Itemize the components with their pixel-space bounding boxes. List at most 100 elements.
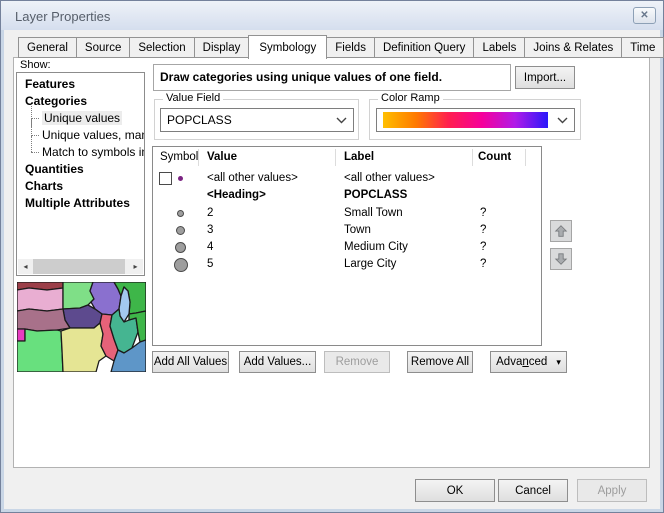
tab-bar: General Source Selection Display Symbolo… <box>18 35 664 58</box>
layer-preview-map <box>17 282 146 372</box>
cell-label: Small Town <box>344 207 403 219</box>
state-shape <box>17 309 70 331</box>
cell-count: ? <box>480 258 486 270</box>
layer-properties-dialog: Layer Properties ✕ General Source Select… <box>0 0 664 513</box>
scroll-left-icon[interactable]: ◂ <box>18 262 33 271</box>
ok-button[interactable]: OK <box>415 479 495 502</box>
tree-item-unique-values[interactable]: Unique values <box>17 110 144 127</box>
table-row[interactable]: 2 Small Town ? <box>153 205 541 222</box>
cell-count: ? <box>480 207 486 219</box>
move-down-button[interactable] <box>550 248 572 270</box>
tab-general[interactable]: General <box>18 37 77 58</box>
cell-label: <all other values> <box>344 172 435 184</box>
method-description: Draw categories using unique values of o… <box>153 64 511 91</box>
window-title: Layer Properties <box>15 9 110 24</box>
close-icon: ✕ <box>640 10 648 21</box>
move-up-button[interactable] <box>550 220 572 242</box>
cell-label: Town <box>344 224 371 236</box>
table-row[interactable]: 4 Medium City ? <box>153 239 541 256</box>
symbology-tab-page: Show: Features Categories Unique values … <box>13 57 650 468</box>
cell-label: Large City <box>344 258 396 270</box>
arrow-down-icon <box>554 252 568 266</box>
remove-all-button[interactable]: Remove All <box>407 351 473 373</box>
column-divider <box>335 149 336 166</box>
tree-item-match-symbols[interactable]: Match to symbols in a <box>17 144 144 161</box>
table-row-all-other-values[interactable]: <all other values> <all other values> <box>153 170 541 187</box>
col-header-value: Value <box>207 151 237 163</box>
tree-item-quantities[interactable]: Quantities <box>17 161 144 178</box>
scrollbar-thumb[interactable] <box>33 259 125 274</box>
cell-count: ? <box>480 241 486 253</box>
state-shape <box>63 282 94 309</box>
chevron-down-icon <box>336 117 347 124</box>
point-symbol <box>176 226 185 235</box>
all-other-values-checkbox[interactable] <box>159 172 172 185</box>
symbol-cell <box>167 239 194 256</box>
remove-button[interactable]: Remove <box>324 351 390 373</box>
tab-joins-relates[interactable]: Joins & Relates <box>524 37 622 58</box>
color-ramp-group: Color Ramp <box>369 99 581 140</box>
color-ramp-label: Color Ramp <box>378 92 443 104</box>
tree-item-unique-values-many[interactable]: Unique values, many <box>17 127 144 144</box>
state-shape <box>17 329 25 341</box>
col-header-label: Label <box>344 151 374 163</box>
close-button[interactable]: ✕ <box>633 7 656 24</box>
import-button[interactable]: Import... <box>515 66 575 89</box>
value-field-label: Value Field <box>163 92 223 104</box>
symbol-cell <box>167 205 194 222</box>
cell-count: ? <box>480 224 486 236</box>
tree-item-charts[interactable]: Charts <box>17 178 144 195</box>
tab-labels[interactable]: Labels <box>473 37 525 58</box>
value-field-combo[interactable]: POPCLASS <box>160 108 354 132</box>
point-symbol <box>177 210 184 217</box>
show-label: Show: <box>20 59 51 71</box>
col-header-symbol: Symbol <box>160 151 198 163</box>
arrow-up-icon <box>554 224 568 238</box>
point-symbol <box>174 258 188 272</box>
add-values-button[interactable]: Add Values... <box>239 351 316 373</box>
add-all-values-button[interactable]: Add All Values <box>152 351 229 373</box>
value-field-value: POPCLASS <box>167 113 232 127</box>
tab-time[interactable]: Time <box>621 37 664 58</box>
cell-value: <Heading> <box>207 189 266 201</box>
tree-item-categories[interactable]: Categories <box>17 93 144 110</box>
symbol-cell <box>167 256 194 273</box>
cell-value: 2 <box>207 207 213 219</box>
col-header-count: Count <box>478 151 511 163</box>
scroll-right-icon[interactable]: ▸ <box>128 262 143 271</box>
advanced-button[interactable]: Advanced ▾ <box>490 351 567 373</box>
tab-symbology[interactable]: Symbology <box>248 35 327 59</box>
tab-display[interactable]: Display <box>194 37 250 58</box>
tree-item-features[interactable]: Features <box>17 76 144 93</box>
unique-values-table: Symbol Value Label Count <all other valu… <box>152 146 542 346</box>
tree-item-multiple-attributes[interactable]: Multiple Attributes <box>17 195 144 212</box>
cell-label: Medium City <box>344 241 408 253</box>
cell-value: 4 <box>207 241 213 253</box>
tab-selection[interactable]: Selection <box>129 37 194 58</box>
value-field-group: Value Field POPCLASS <box>154 99 359 140</box>
color-ramp-swatch <box>383 112 548 128</box>
point-symbol <box>175 242 186 253</box>
table-row-heading[interactable]: <Heading> POPCLASS <box>153 187 541 204</box>
state-shape <box>61 323 106 372</box>
column-divider <box>472 149 473 166</box>
chevron-down-icon <box>557 117 568 124</box>
all-other-values-symbol <box>178 176 183 181</box>
tree-horizontal-scrollbar[interactable]: ◂ ▸ <box>18 259 143 274</box>
cell-value: 3 <box>207 224 213 236</box>
advanced-label: ced <box>529 356 548 368</box>
table-row[interactable]: 3 Town ? <box>153 222 541 239</box>
tab-fields[interactable]: Fields <box>326 37 375 58</box>
cell-value: 5 <box>207 258 213 270</box>
color-ramp-combo[interactable] <box>376 108 575 132</box>
tab-definition-query[interactable]: Definition Query <box>374 37 474 58</box>
symbology-method-tree: Features Categories Unique values Unique… <box>16 72 145 276</box>
symbol-cell <box>167 222 194 239</box>
table-row[interactable]: 5 Large City ? <box>153 256 541 273</box>
column-divider <box>525 149 526 166</box>
cell-value: <all other values> <box>207 172 298 184</box>
cancel-button[interactable]: Cancel <box>498 479 568 502</box>
apply-button[interactable]: Apply <box>577 479 647 502</box>
advanced-label: Adva <box>496 356 522 368</box>
tab-source[interactable]: Source <box>76 37 130 58</box>
